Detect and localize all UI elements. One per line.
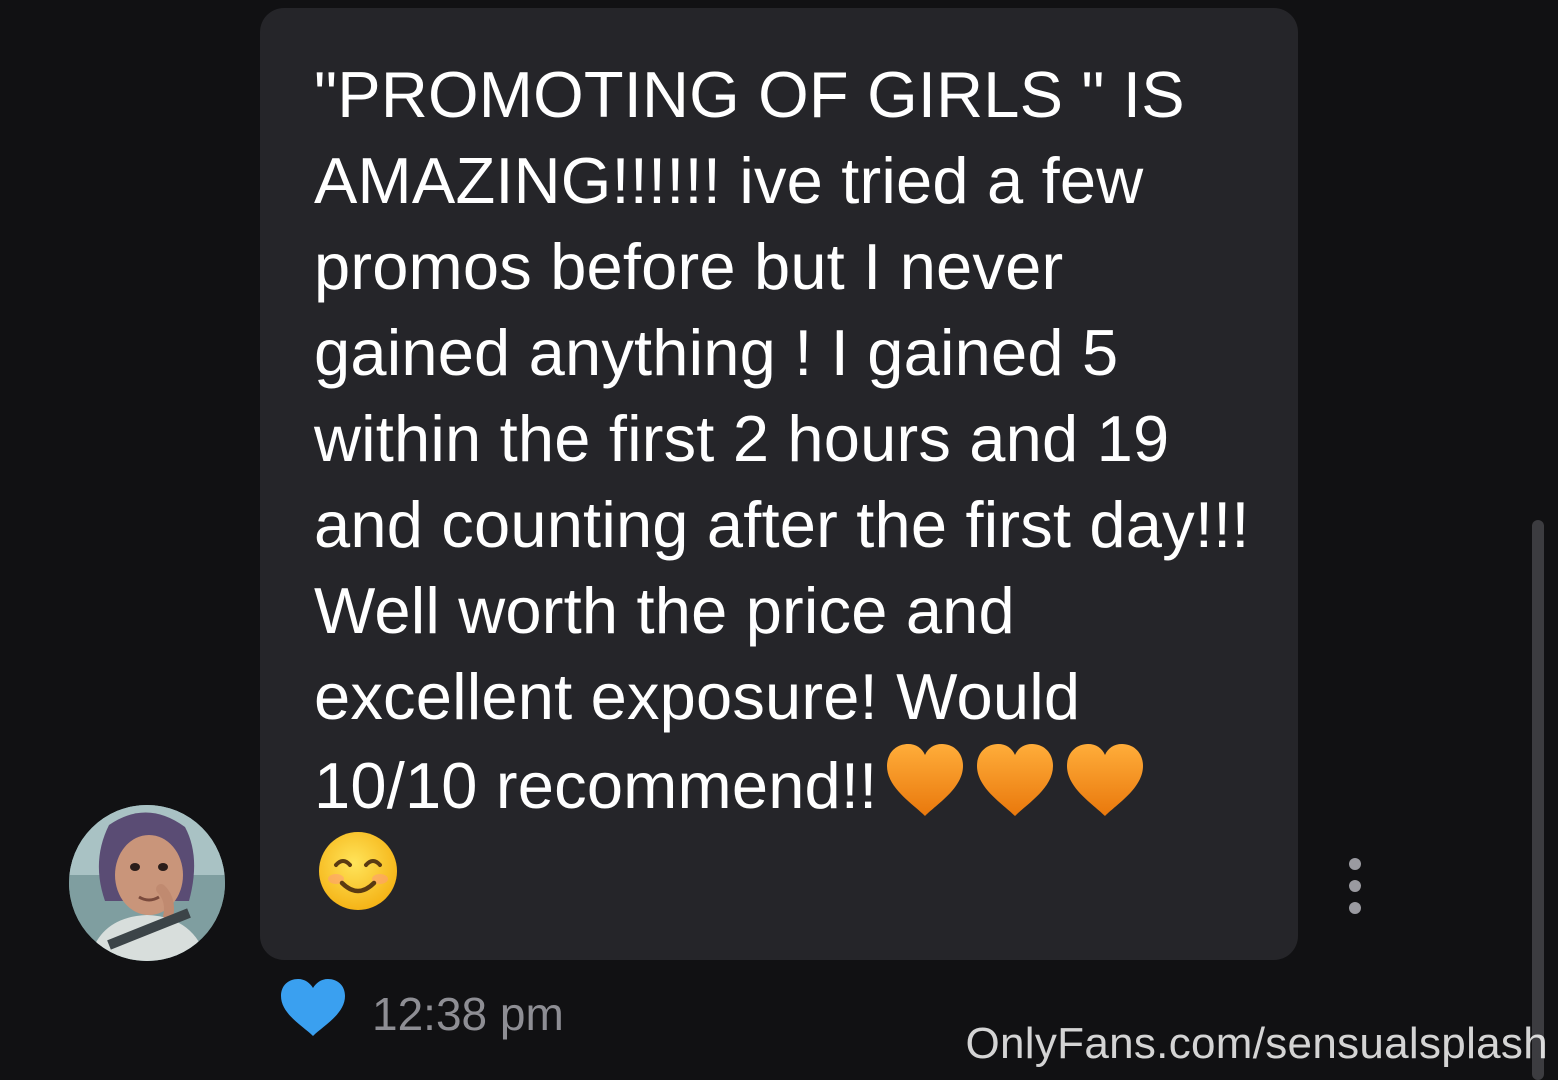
heart-icon[interactable] [278,976,348,1040]
scrollbar[interactable] [1532,520,1544,1080]
avatar-photo [69,805,225,961]
orange-heart-emoji-icon [1067,744,1144,816]
sender-avatar[interactable] [69,805,225,961]
kebab-dot [1349,880,1361,892]
more-options-icon[interactable] [1340,858,1370,914]
orange-heart-emoji-icon [887,744,964,816]
chat-screen: "PROMOTING OF GIRLS " IS AMAZING!!!!!! i… [0,0,1558,1080]
message-bubble[interactable]: "PROMOTING OF GIRLS " IS AMAZING!!!!!! i… [260,8,1298,960]
message-timestamp: 12:38 pm [372,988,564,1040]
orange-heart-emoji-icon [977,744,1054,816]
message-text: "PROMOTING OF GIRLS " IS AMAZING!!!!!! i… [314,52,1258,918]
kebab-dot [1349,858,1361,870]
smiling-face-emoji-icon [319,832,397,910]
watermark: OnlyFans.com/sensualsplash [965,1019,1548,1068]
message-body: "PROMOTING OF GIRLS " IS AMAZING!!!!!! i… [314,58,1250,822]
kebab-dot [1349,902,1361,914]
